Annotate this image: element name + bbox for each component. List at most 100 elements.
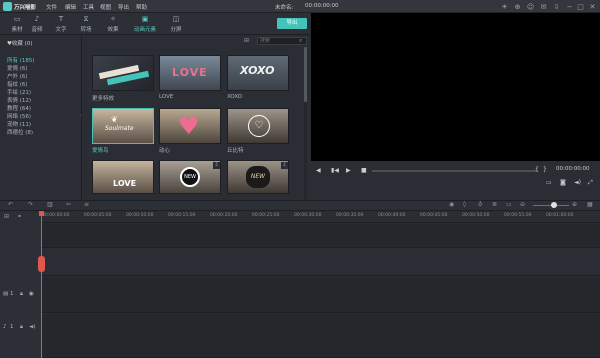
step-back-icon[interactable]: ▮◀ [331, 167, 339, 174]
menu-help[interactable]: 帮助 [136, 3, 147, 11]
fullscreen-icon[interactable]: ⤢ [588, 179, 593, 187]
grid-view-icon[interactable]: ⊞ [244, 37, 249, 44]
tab-elements[interactable]: ▣ 动画元素 [128, 13, 162, 35]
playhead-handle[interactable] [39, 211, 44, 216]
edit-icon[interactable]: ≡ [84, 201, 89, 208]
microphone-icon[interactable]: ♁ [478, 201, 482, 208]
minimize-icon[interactable]: − [565, 2, 574, 11]
drop-lane[interactable] [42, 249, 600, 276]
speaker-icon[interactable]: ◄) [29, 324, 35, 330]
collapse-sidebar-icon[interactable]: ‹ [80, 113, 82, 119]
playhead[interactable] [41, 211, 42, 358]
audio-track-number: 1 [10, 324, 14, 330]
empty-lane[interactable] [42, 224, 600, 248]
thumbnail-caption: 丘比特 [227, 148, 244, 154]
lightbulb-icon[interactable]: ☀ [500, 2, 509, 11]
close-icon[interactable]: ✕ [588, 2, 597, 11]
category-sidra[interactable]: 西德拉 (8) [7, 128, 33, 136]
volume-icon[interactable]: ◄) [574, 179, 581, 186]
thumbnail-heart[interactable]: ♥ [159, 108, 221, 144]
mail-icon[interactable]: ✉ [539, 2, 548, 11]
lock-icon[interactable]: 🔒︎ [20, 324, 23, 331]
category-fingerprint[interactable]: 指纹 (6) [7, 80, 28, 88]
split-screen-icon: ◫ [172, 15, 180, 23]
zoom-slider-knob[interactable] [551, 202, 557, 208]
export-button[interactable]: 导出 [277, 18, 307, 29]
undo-icon[interactable]: ↶ [8, 201, 13, 208]
menu-file[interactable]: 文件 [46, 3, 57, 11]
cut-icon[interactable]: ✂ [66, 201, 71, 208]
mark-out-button[interactable]: } [543, 166, 547, 173]
preview-progress-bar[interactable] [372, 170, 537, 172]
ruler-tick: 00:00:30:00 [294, 213, 322, 218]
mixer-icon[interactable]: ≣ [492, 201, 497, 208]
account-icon[interactable]: ☺ [526, 2, 535, 11]
category-pets[interactable]: 宠物 (11) [7, 120, 31, 128]
link-icon[interactable]: ⚭ [17, 213, 22, 220]
download-icon[interactable]: ⇩ [213, 162, 220, 169]
maximize-icon[interactable]: □ [576, 2, 585, 11]
category-hand-drawn[interactable]: 手绘 (21) [7, 88, 31, 96]
thumbnail-lovebirds[interactable]: Soulmate ❦ [92, 108, 154, 144]
cupid-icon: ♡ [248, 115, 270, 137]
audio-track-lane[interactable] [42, 314, 600, 358]
thumbnail-new-badge[interactable]: NEW ⇩ [159, 160, 221, 194]
playhead-drag-knob[interactable] [38, 256, 45, 272]
ruler-tick: 00:00:05:00 [84, 213, 112, 218]
tab-label: 效果 [107, 27, 119, 33]
play-icon[interactable]: ▶ [346, 167, 351, 174]
delete-icon[interactable]: ▥ [47, 201, 53, 208]
category-emoji[interactable]: 表情 (12) [7, 96, 31, 104]
zoom-out-icon[interactable]: ⊖ [520, 201, 525, 208]
love-art-text: LOVE [172, 66, 208, 79]
screen-icon[interactable]: ▭ [546, 179, 552, 186]
prev-frame-icon[interactable]: ◀ [316, 167, 321, 174]
heart-icon: ♥ [178, 112, 200, 140]
menu-edit[interactable]: 编辑 [65, 3, 76, 11]
category-love[interactable]: 爱情 (6) [7, 64, 28, 72]
eye-icon[interactable]: ◉ [29, 291, 34, 297]
thumbnail-love[interactable]: LOVE [159, 55, 221, 91]
lock-icon[interactable]: 🔒︎ [20, 291, 23, 298]
thumbnail-effects-store[interactable] [92, 55, 154, 91]
add-track-icon[interactable]: ⊞ [4, 213, 9, 220]
search-icon[interactable]: ⌕ [299, 37, 302, 45]
video-track-lane[interactable] [42, 277, 600, 313]
snapshot-icon[interactable]: ◙ [560, 179, 566, 186]
thumbnail-love-2[interactable]: LOVE [92, 160, 154, 194]
ruler-tick: 00:00:45:00 [420, 213, 448, 218]
marker-icon[interactable]: ◊ [463, 201, 466, 208]
ruler-tick: 00:00:35:00 [336, 213, 364, 218]
download-icon[interactable]: ⇩ [281, 162, 288, 169]
ruler-tick: 00:00:55:00 [504, 213, 532, 218]
stop-icon[interactable]: ■ [361, 167, 367, 174]
audio-track-icon: ♪ [3, 324, 7, 330]
zoom-in-icon[interactable]: ⊕ [572, 201, 577, 208]
thumbnail-new-stamp[interactable]: NEW ⇩ [227, 160, 289, 194]
tab-effects[interactable]: ✧ 效果 [98, 13, 128, 35]
music-icon: ♪ [34, 15, 40, 23]
transition-icon: ⧖ [83, 15, 89, 23]
cart-icon[interactable]: ⊕ [513, 2, 522, 11]
favorites-item[interactable]: ♥收藏 (0) [7, 39, 32, 47]
menu-tools[interactable]: 工具 [83, 3, 94, 11]
category-tutorial[interactable]: 教程 (64) [7, 104, 31, 112]
render-icon[interactable]: ◉ [449, 201, 454, 208]
category-all[interactable]: 所有 (185) [7, 56, 35, 64]
thumbnail-xoxo[interactable]: XOXO [227, 55, 289, 91]
download-icon[interactable]: ⇩ [552, 2, 561, 11]
mark-in-button[interactable]: { [535, 166, 539, 173]
split-view-icon[interactable]: ▭ [506, 201, 512, 208]
tab-split-screen[interactable]: ◫ 分屏 [161, 13, 191, 35]
menu-export[interactable]: 导出 [118, 3, 129, 11]
fit-timeline-icon[interactable]: ▦ [587, 201, 593, 208]
app-logo-icon [3, 2, 12, 11]
menu-view[interactable]: 视图 [100, 3, 111, 11]
thumbnail-cupid[interactable]: ♡ [227, 108, 289, 144]
tab-transitions[interactable]: ⧖ 转场 [71, 13, 101, 35]
ruler-tick: 00:00:10:00 [126, 213, 154, 218]
media-scrollbar[interactable] [304, 47, 307, 102]
category-outdoor[interactable]: 户外 (6) [7, 72, 28, 80]
category-network[interactable]: 网络 (56) [7, 112, 31, 120]
redo-icon[interactable]: ↷ [28, 201, 33, 208]
